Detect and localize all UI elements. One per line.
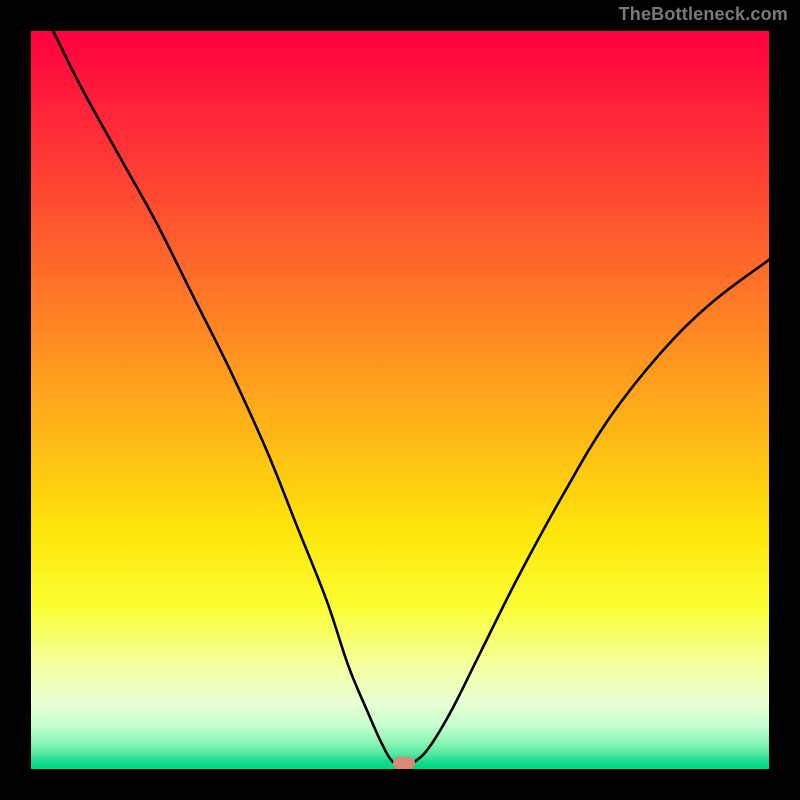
plot-area: [31, 31, 769, 769]
bottleneck-curve: [31, 31, 769, 769]
watermark-text: TheBottleneck.com: [619, 4, 788, 25]
optimal-point-marker: [393, 757, 415, 769]
chart-frame: TheBottleneck.com: [0, 0, 800, 800]
